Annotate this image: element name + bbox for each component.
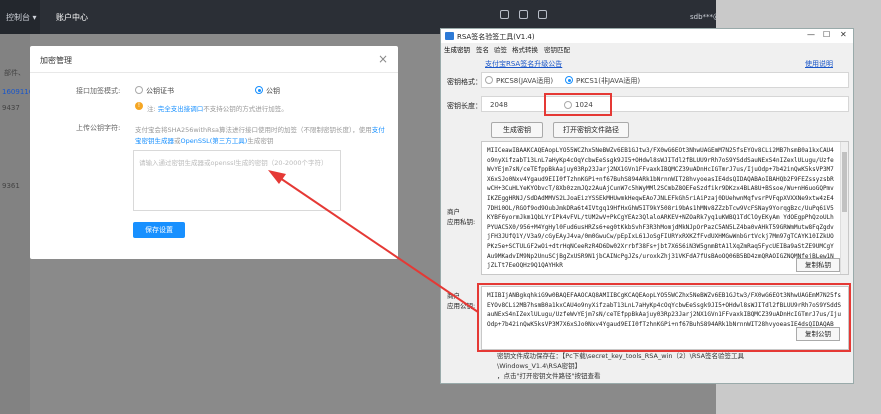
annotation-arrow	[268, 170, 479, 313]
